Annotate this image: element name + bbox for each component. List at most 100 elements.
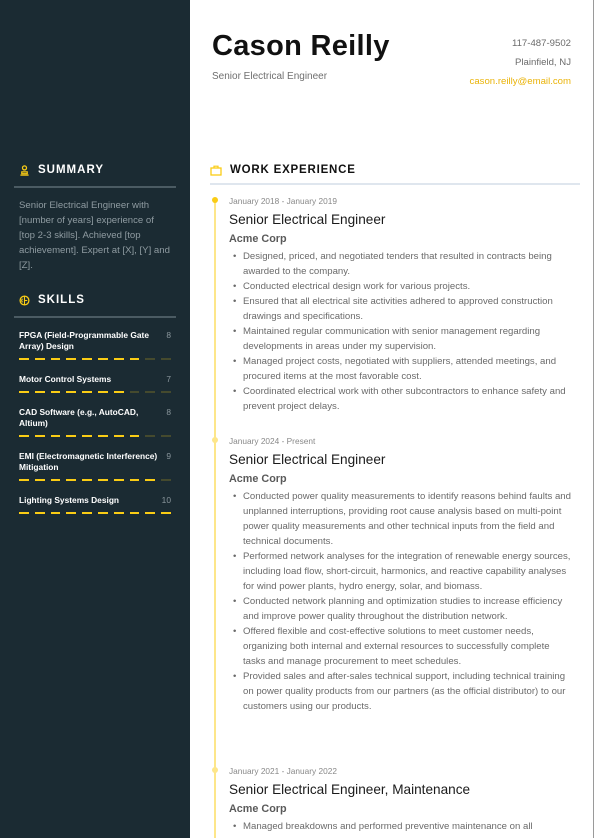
skill-rating-segment: [19, 390, 29, 393]
skill-score: 8: [166, 329, 171, 340]
job-bullet: Provided sales and after-sales technical…: [233, 669, 574, 714]
job-company: Acme Corp: [229, 803, 287, 815]
skill-rating-segment: [129, 357, 140, 360]
job-title: Senior Electrical Engineer: [229, 212, 386, 227]
skill-rating-segment: [34, 357, 45, 360]
skill-rating-segment: [161, 357, 171, 360]
skill-score: 7: [166, 373, 171, 384]
skill-rating-bar: [19, 511, 171, 514]
skill-rating-segment: [129, 511, 140, 514]
job-entry: January 2018 - January 2019 Senior Elect…: [212, 196, 574, 414]
skill-rating-segment: [161, 390, 171, 393]
job-bullet: Conducted electrical design work for var…: [233, 279, 574, 294]
skill-rating-bar: [19, 478, 171, 481]
summary-section: SUMMARY Senior Electrical Engineer with …: [14, 160, 176, 274]
job-bullet: Managed breakdowns and performed prevent…: [233, 819, 574, 834]
skill-score: 9: [166, 450, 171, 461]
skill-rating-segment: [113, 511, 124, 514]
work-experience-title: WORK EXPERIENCE: [230, 164, 356, 176]
job-date: January 2024 - Present: [229, 436, 316, 446]
job-company: Acme Corp: [229, 473, 287, 485]
skill-rating-bar: [19, 434, 171, 437]
job-bullet: Maintained regular communication with se…: [233, 324, 574, 354]
work-experience-heading: WORK EXPERIENCE: [210, 162, 580, 185]
summary-text: Senior Electrical Engineer with [number …: [19, 199, 170, 272]
skill-rating-segment: [113, 357, 124, 360]
skill-score: 8: [166, 406, 171, 417]
skill-rating-segment: [97, 390, 108, 393]
job-bullet: Conducted power quality measurements to …: [233, 489, 574, 549]
skill-name: CAD Software (e.g., AutoCAD, Altium): [19, 406, 139, 428]
skill-rating-segment: [82, 357, 92, 360]
skill-rating-bar: [19, 390, 171, 393]
job-date: January 2021 - January 2022: [229, 766, 337, 776]
candidate-role: Senior Electrical Engineer: [212, 71, 328, 82]
skill-rating-segment: [97, 511, 108, 514]
job-bullets: Managed breakdowns and performed prevent…: [233, 819, 574, 834]
skill-name: FPGA (Field-Programmable Gate Array) Des…: [19, 329, 149, 351]
skills-heading: SKILLS: [14, 290, 176, 310]
job-bullets: Designed, priced, and negotiated tenders…: [233, 249, 574, 414]
skill-rating-segment: [97, 478, 108, 481]
skill-rating-segment: [82, 511, 92, 514]
skill-rating-segment: [161, 511, 171, 514]
skill-rating-segment: [113, 390, 124, 393]
skill-score: 10: [161, 494, 171, 505]
skill-rating-segment: [50, 357, 61, 360]
skill-rating-segment: [50, 478, 61, 481]
main-content: Cason Reilly Senior Electrical Engineer …: [190, 0, 594, 838]
skill-rating-segment: [129, 434, 140, 437]
skill-rating-bar: [19, 357, 171, 360]
skill-rating-segment: [50, 434, 61, 437]
job-entry: January 2021 - January 2022 Senior Elect…: [212, 766, 574, 834]
skill-rating-segment: [145, 434, 156, 437]
skills-divider: [14, 316, 176, 318]
contact-email[interactable]: cason.reilly@email.com: [470, 76, 571, 87]
skill-name: EMI (Electromagnetic Interference) Mitig…: [19, 450, 158, 472]
work-experience-divider: [210, 183, 580, 185]
briefcase-icon: [210, 165, 222, 176]
skill-rating-segment: [161, 478, 171, 481]
job-title: Senior Electrical Engineer, Maintenance: [229, 782, 471, 797]
skill-rating-segment: [129, 478, 140, 481]
skill-rating-segment: [19, 478, 29, 481]
skill-rating-segment: [66, 478, 77, 481]
skills-section: SKILLS FPGA (Field-Programmable Gate Arr…: [14, 290, 176, 528]
skill-rating-segment: [97, 434, 108, 437]
skill-rating-segment: [66, 511, 77, 514]
skill-rating-segment: [145, 511, 156, 514]
timeline-dot: [212, 767, 218, 773]
job-bullet: Offered flexible and cost-effective solu…: [233, 624, 574, 669]
skill-rating-segment: [50, 511, 61, 514]
skill-rating-segment: [113, 434, 124, 437]
skill-rating-segment: [50, 390, 61, 393]
skill-rating-segment: [19, 357, 29, 360]
job-bullet: Coordinated electrical work with other s…: [233, 384, 574, 414]
skill-rating-segment: [66, 390, 77, 393]
skill-rating-segment: [66, 357, 77, 360]
skill-rating-segment: [34, 434, 45, 437]
job-bullets: Conducted power quality measurements to …: [233, 489, 574, 714]
candidate-name: Cason Reilly: [212, 30, 390, 62]
contact-location: Plainfield, NJ: [515, 57, 571, 68]
job-date: January 2018 - January 2019: [229, 196, 337, 206]
skills-circle-icon: [19, 294, 30, 306]
job-entry: January 2024 - Present Senior Electrical…: [212, 436, 574, 714]
skill-rating-segment: [113, 478, 124, 481]
skill-rating-segment: [145, 478, 156, 481]
summary-title: SUMMARY: [38, 164, 104, 176]
skill-rating-segment: [129, 390, 140, 393]
skill-rating-segment: [161, 434, 171, 437]
job-title: Senior Electrical Engineer: [229, 452, 386, 467]
skill-item: CAD Software (e.g., AutoCAD, Altium) 8: [14, 407, 176, 437]
skill-rating-segment: [34, 478, 45, 481]
job-bullet: Ensured that all electrical site activit…: [233, 294, 574, 324]
job-bullet: Conducted network planning and optimizat…: [233, 594, 574, 624]
skill-item: FPGA (Field-Programmable Gate Array) Des…: [14, 330, 176, 360]
sidebar: SUMMARY Senior Electrical Engineer with …: [0, 0, 190, 838]
skill-name: Motor Control Systems: [19, 373, 112, 384]
skill-rating-segment: [145, 357, 156, 360]
skill-rating-segment: [19, 511, 29, 514]
skill-name: Lighting Systems Design: [19, 494, 120, 505]
timeline-dot: [212, 197, 218, 203]
